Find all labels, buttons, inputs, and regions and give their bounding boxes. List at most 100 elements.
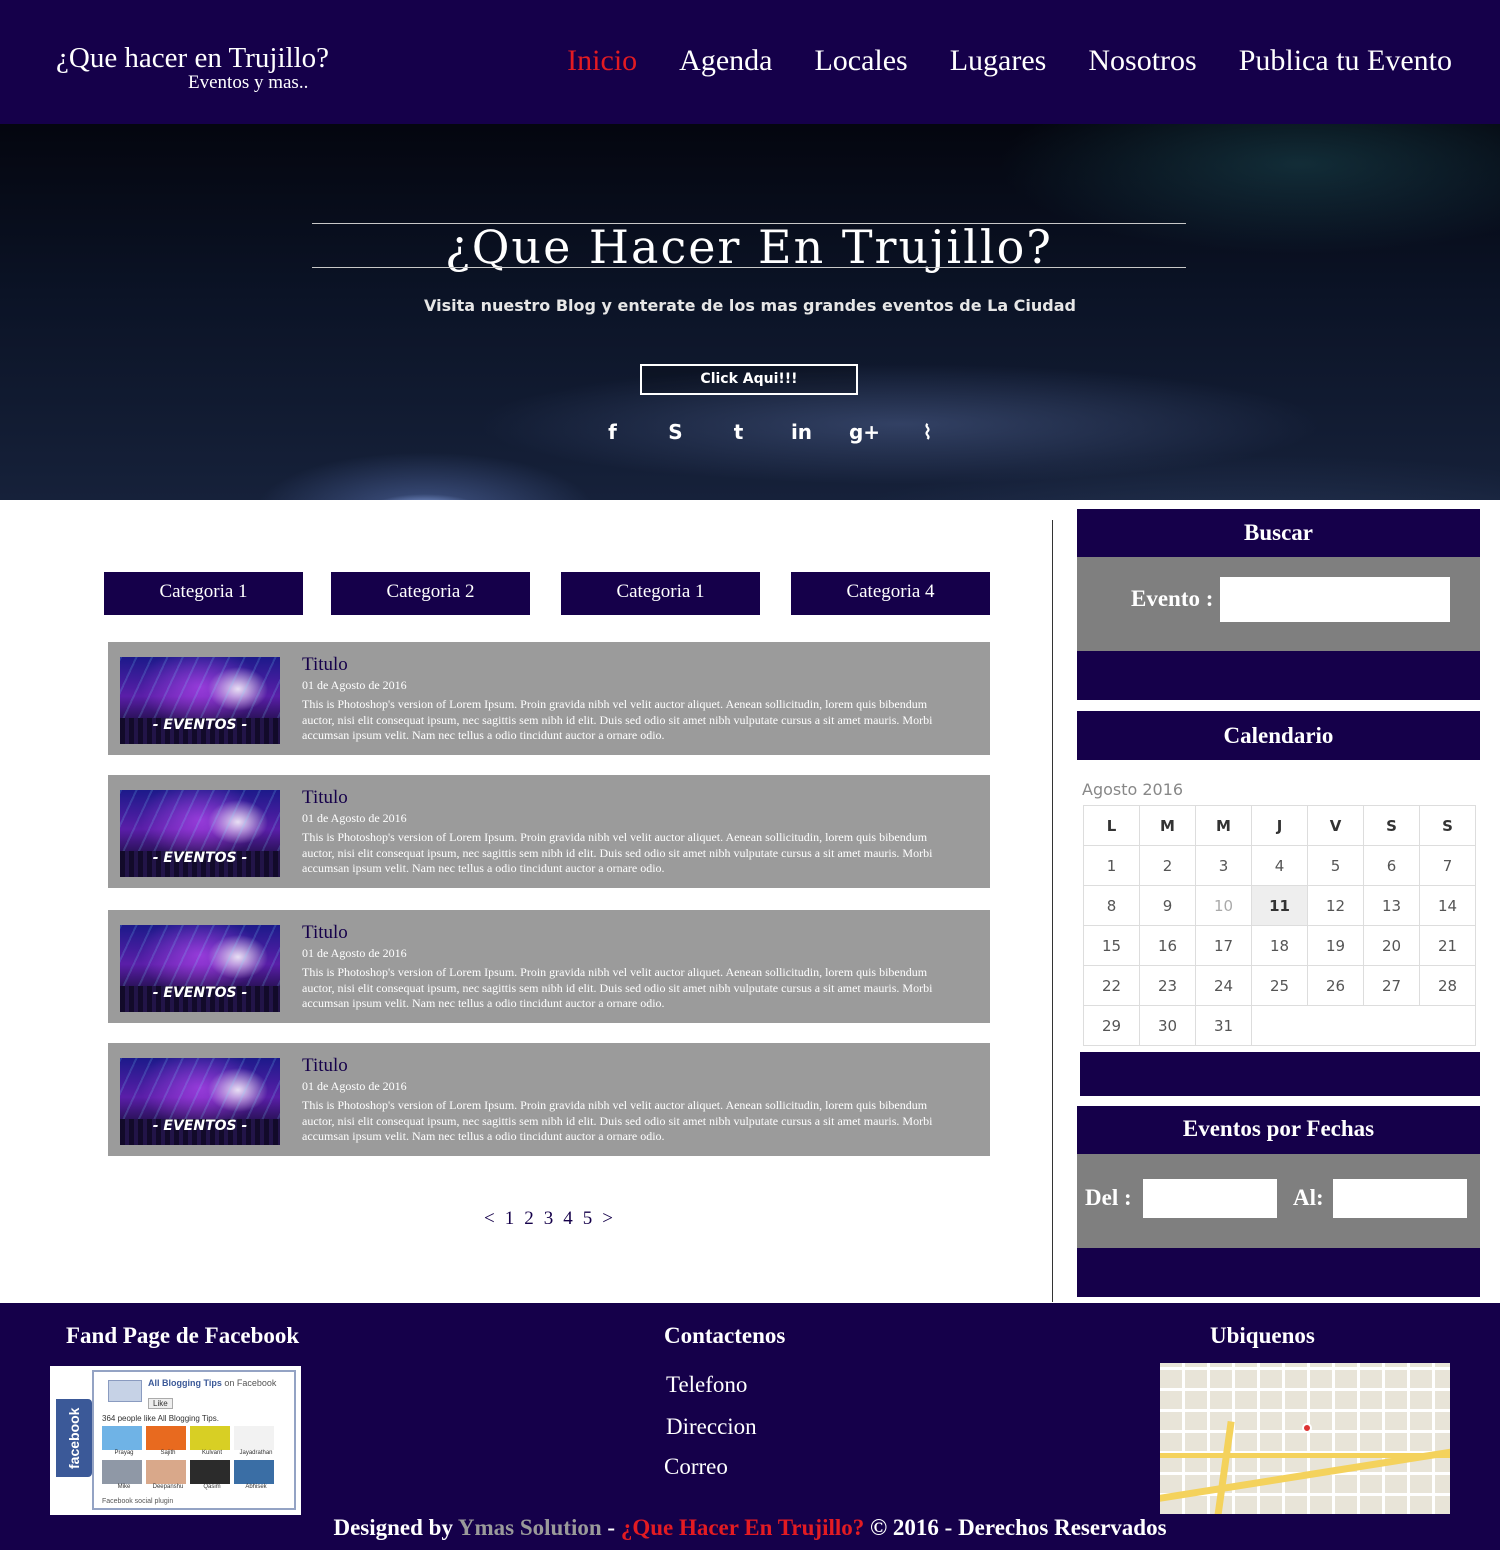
pagination-page-4[interactable]: 4: [563, 1208, 573, 1230]
facebook-fan[interactable]: Mike: [102, 1460, 146, 1490]
facebook-fan[interactable]: Sajith: [146, 1426, 190, 1456]
calendar-day-today[interactable]: 11: [1251, 885, 1308, 926]
calendar-day[interactable]: 26: [1307, 965, 1364, 1006]
calendar-day[interactable]: 19: [1307, 925, 1364, 966]
google-plus-icon[interactable]: g+: [844, 420, 885, 444]
facebook-fan[interactable]: Deepanshu: [146, 1460, 190, 1490]
category-button-2[interactable]: Categoria 2: [331, 572, 530, 615]
calendar-day[interactable]: 7: [1419, 845, 1476, 886]
calendar-day[interactable]: 2: [1139, 845, 1196, 886]
hero-banner: ¿Que Hacer En Trujillo? Visita nuestro B…: [0, 124, 1500, 500]
search-event-input[interactable]: [1220, 577, 1450, 622]
category-button-4[interactable]: Categoria 4: [791, 572, 990, 615]
contact-address[interactable]: Direccion: [666, 1414, 757, 1440]
post-card[interactable]: - EVENTOS - Titulo 01 de Agosto de 2016 …: [108, 910, 990, 1023]
skype-icon[interactable]: S: [655, 420, 696, 444]
calendar-day[interactable]: 23: [1139, 965, 1196, 1006]
facebook-fan[interactable]: Prayag: [102, 1426, 146, 1456]
post-thumbnail[interactable]: - EVENTOS -: [120, 790, 280, 877]
calendar-day-muted[interactable]: 10: [1195, 885, 1252, 926]
nav-publica-evento[interactable]: Publica tu Evento: [1239, 44, 1452, 78]
calendar-day[interactable]: 14: [1419, 885, 1476, 926]
twitter-icon[interactable]: t: [718, 420, 759, 444]
calendar-grid: L M M J V S S 1 2 3 4 5 6 7 8 9 10 11 12…: [1083, 805, 1476, 1046]
nav-locales[interactable]: Locales: [814, 44, 907, 78]
facebook-like-box[interactable]: facebook All Blogging Tips on Facebook L…: [50, 1366, 301, 1515]
facebook-side-logo: facebook: [56, 1399, 92, 1477]
post-thumbnail[interactable]: - EVENTOS -: [120, 657, 280, 744]
site-title: ¿Que hacer en Trujillo?: [56, 42, 330, 74]
contact-email[interactable]: Correo: [664, 1454, 728, 1480]
calendar-day[interactable]: 9: [1139, 885, 1196, 926]
date-from-input[interactable]: [1143, 1179, 1277, 1218]
post-card[interactable]: - EVENTOS - Titulo 01 de Agosto de 2016 …: [108, 775, 990, 888]
calendar-day[interactable]: 17: [1195, 925, 1252, 966]
contact-phone[interactable]: Telefono: [666, 1372, 747, 1398]
facebook-fan[interactable]: Jayadrathan: [234, 1426, 278, 1456]
calendar-day[interactable]: 6: [1363, 845, 1420, 886]
fan-name: Qasim: [203, 1484, 221, 1490]
post-title[interactable]: Titulo: [302, 1055, 348, 1077]
facebook-icon[interactable]: f: [592, 420, 633, 444]
date-to-input[interactable]: [1333, 1179, 1467, 1218]
calendar-day[interactable]: 24: [1195, 965, 1252, 1006]
fan-avatar: [146, 1426, 186, 1450]
map-pin-icon[interactable]: [1302, 1423, 1312, 1433]
credit-site-link[interactable]: ¿Que Hacer En Trujillo?: [621, 1515, 864, 1540]
calendar-day[interactable]: 1: [1083, 845, 1140, 886]
date-to-label: Al:: [1293, 1185, 1324, 1210]
calendar-day[interactable]: 31: [1195, 1005, 1252, 1046]
post-card[interactable]: - EVENTOS - Titulo 01 de Agosto de 2016 …: [108, 642, 990, 755]
post-card[interactable]: - EVENTOS - Titulo 01 de Agosto de 2016 …: [108, 1043, 990, 1156]
calendar-day[interactable]: 18: [1251, 925, 1308, 966]
calendar-day[interactable]: 12: [1307, 885, 1364, 926]
category-button-1[interactable]: Categoria 1: [104, 572, 303, 615]
calendar-day[interactable]: 30: [1139, 1005, 1196, 1046]
fan-avatar: [190, 1460, 230, 1484]
calendar-day[interactable]: 29: [1083, 1005, 1140, 1046]
calendar-day[interactable]: 4: [1251, 845, 1308, 886]
calendar-day[interactable]: 13: [1363, 885, 1420, 926]
nav-nosotros[interactable]: Nosotros: [1088, 44, 1196, 78]
calendar-day[interactable]: 22: [1083, 965, 1140, 1006]
pagination-page-2[interactable]: 2: [524, 1208, 534, 1230]
category-button-3[interactable]: Categoria 1: [561, 572, 760, 615]
rss-icon[interactable]: ⌇: [907, 420, 948, 444]
facebook-fan[interactable]: Qasim: [190, 1460, 234, 1490]
calendar-day[interactable]: 28: [1419, 965, 1476, 1006]
nav-lugares[interactable]: Lugares: [950, 44, 1047, 78]
calendar-day[interactable]: 27: [1363, 965, 1420, 1006]
calendar-day[interactable]: 25: [1251, 965, 1308, 1006]
pagination-page-5[interactable]: 5: [583, 1208, 593, 1230]
nav-inicio[interactable]: Inicio: [567, 44, 637, 78]
pagination-page-1[interactable]: 1: [505, 1208, 515, 1230]
calendar-day[interactable]: 20: [1363, 925, 1420, 966]
facebook-page-name[interactable]: All Blogging Tips on Facebook: [148, 1378, 276, 1388]
post-thumbnail[interactable]: - EVENTOS -: [120, 1058, 280, 1145]
calendar-day[interactable]: 15: [1083, 925, 1140, 966]
calendar-day[interactable]: 21: [1419, 925, 1476, 966]
post-title[interactable]: Titulo: [302, 654, 348, 676]
location-map[interactable]: [1160, 1363, 1450, 1514]
credit-company-link[interactable]: Ymas Solution: [458, 1515, 602, 1540]
date-range-widget-body: Del : Al:: [1077, 1154, 1480, 1248]
brand[interactable]: ¿Que hacer en Trujillo? Eventos y mas..: [56, 42, 329, 92]
pagination-page-3[interactable]: 3: [544, 1208, 554, 1230]
hero-cta-button[interactable]: Click Aqui!!!: [640, 364, 858, 395]
pagination-prev[interactable]: <: [484, 1208, 495, 1230]
hero-title-rule-bottom: [312, 267, 1186, 268]
post-title[interactable]: Titulo: [302, 922, 348, 944]
nav-agenda[interactable]: Agenda: [679, 44, 772, 78]
calendar-day[interactable]: 5: [1307, 845, 1364, 886]
calendar-day[interactable]: 3: [1195, 845, 1252, 886]
facebook-page-name-text: All Blogging Tips: [148, 1378, 222, 1388]
facebook-like-button[interactable]: Like: [148, 1398, 173, 1409]
linkedin-icon[interactable]: in: [781, 420, 822, 444]
calendar-day[interactable]: 16: [1139, 925, 1196, 966]
facebook-fan[interactable]: Abhisek: [234, 1460, 278, 1490]
facebook-fan[interactable]: Kulvant: [190, 1426, 234, 1456]
post-title[interactable]: Titulo: [302, 787, 348, 809]
post-thumbnail[interactable]: - EVENTOS -: [120, 925, 280, 1012]
calendar-day[interactable]: 8: [1083, 885, 1140, 926]
pagination-next[interactable]: >: [602, 1208, 613, 1230]
